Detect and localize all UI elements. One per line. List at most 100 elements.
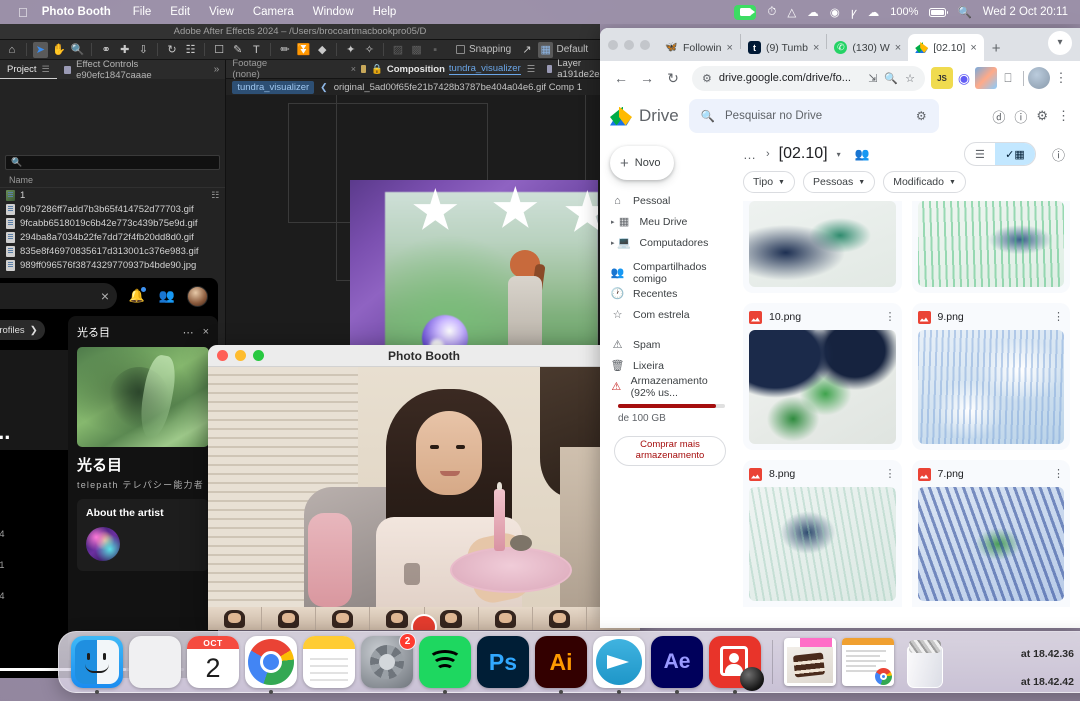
list-view-icon[interactable]: ☰ [965, 143, 995, 165]
screen-record-icon[interactable] [734, 4, 757, 20]
browser-tab-2[interactable]: ✆ (130) W × [827, 34, 908, 61]
panel-menu-icon[interactable]: ☰ [42, 64, 50, 75]
breadcrumb-overflow-icon[interactable]: … [743, 147, 757, 162]
pixel-ext-icon[interactable] [975, 67, 997, 89]
panel-close-icon[interactable]: × [203, 326, 209, 339]
camera-track-icon[interactable]: ☷ [183, 42, 199, 58]
folder-name[interactable]: [02.10] [779, 145, 828, 163]
dock-item-after-effects[interactable]: Ae [651, 636, 703, 694]
hand-icon[interactable]: ✋ [51, 42, 67, 58]
file-card[interactable]: 7.png ⋮ [911, 460, 1070, 607]
time-machine-icon[interactable]: ⏱ [767, 6, 776, 19]
javascript-ext-icon[interactable]: JS [931, 67, 953, 89]
close-icon[interactable]: × [727, 42, 733, 54]
close-icon[interactable] [608, 39, 618, 50]
minimize-icon[interactable] [624, 39, 634, 50]
artist-name[interactable]: telepath テレパシー能力者 [77, 478, 209, 491]
bell-icon[interactable]: 🔔 [127, 286, 147, 306]
forward-arrow-icon[interactable]: → [634, 65, 660, 91]
anchor-point-icon[interactable]: ⇩ [136, 42, 152, 58]
ae-composition-tabs[interactable]: Footage (none) × 🔒 Composition tundra_vi… [226, 58, 600, 80]
filmstrip-thumbnail[interactable] [316, 607, 370, 630]
close-icon[interactable]: × [970, 42, 976, 54]
spotify-library-pane[interactable]: Profiles ❯ シ... 3:54 4:51 3:14 [0, 314, 132, 678]
lock-icon[interactable]: 🔒 [371, 64, 383, 75]
file-thumbnail[interactable] [749, 330, 896, 444]
install-app-icon[interactable]: ⇲ [868, 72, 877, 85]
eraser-icon[interactable]: ◆ [314, 42, 330, 58]
drive-file-area[interactable]: … › [02.10] ▾ 👥 ☰ ✓▦ ⓘ Tipo ▼ Pessoas ▼ … [735, 137, 1080, 628]
more-icon[interactable]: ⋮ [1050, 67, 1072, 89]
ae-project-item[interactable]: 1 ☷ [0, 188, 225, 202]
dock-file-document[interactable] [842, 638, 894, 686]
filmstrip-thumbnail[interactable] [262, 607, 316, 630]
ae-project-item[interactable]: 294ba8a7034b22fe7dd72f4fb20dd8d0.gif [0, 230, 225, 244]
grid-toggle-icon[interactable]: ▦ [537, 41, 554, 58]
magnet-icon[interactable]: ↗ [519, 42, 535, 58]
profiles-chip[interactable]: Profiles ❯ [0, 320, 45, 340]
dock-file-cake-image[interactable] [784, 638, 836, 686]
loom-ext-icon[interactable]: ◉ [953, 67, 975, 89]
file-thumbnail[interactable] [749, 487, 896, 601]
close-icon[interactable]: × [813, 42, 819, 54]
menu-item-camera[interactable]: Camera [253, 6, 294, 18]
dock-item-system-settings[interactable]: 2 [361, 633, 416, 688]
wifi-icon[interactable]: ☁ [868, 5, 880, 19]
browser-tab-3[interactable]: [02.10] × [908, 34, 984, 61]
file-card[interactable] [743, 201, 902, 293]
dropbox-icon[interactable]: △ [787, 5, 796, 19]
photo-booth-viewfinder[interactable] [208, 367, 640, 607]
file-card[interactable] [911, 201, 1070, 293]
sidebar-item-pessoal[interactable]: ⌂ Pessoal [604, 190, 735, 211]
back-arrow-icon[interactable]: ← [608, 65, 634, 91]
breadcrumb-active[interactable]: tundra_visualizer [232, 80, 315, 94]
spotify-now-playing-panel[interactable]: 光る目 ⋯ × 光る目 telepath テレパシー能力者 About the … [68, 316, 218, 678]
new-button[interactable]: + Novo [610, 146, 674, 180]
file-card[interactable]: 10.png ⋮ [743, 303, 902, 450]
menu-app-name[interactable]: Photo Booth [42, 6, 111, 18]
align-center-icon[interactable]: ▩ [409, 42, 425, 58]
drive-sidebar[interactable]: + Novo ⌂ Pessoal ▸ ▦ Meu Drive ▸ 💻 Compu… [600, 137, 735, 628]
view-toggle[interactable]: ☰ ✓▦ [963, 142, 1036, 166]
about-artist-card[interactable]: About the artist [77, 499, 209, 571]
tune-icon[interactable]: ⚙ [916, 109, 927, 123]
browser-tab-1[interactable]: t (9) Tumb × [741, 34, 826, 61]
dock-item-photo-booth[interactable] [709, 636, 764, 694]
ae-project-item[interactable]: 9fcabb6518019c6b42e773c439b75e9d.gif [0, 216, 225, 230]
dock-item-launchpad[interactable] [129, 636, 181, 688]
browser-tab-0[interactable]: 🦋 Followin × [658, 34, 740, 61]
close-icon[interactable]: × [351, 64, 356, 74]
align-left-icon[interactable]: ▨ [390, 42, 406, 58]
dock-item-trash[interactable] [900, 636, 950, 688]
bluetooth-icon[interactable]: ꝩ [851, 5, 857, 20]
pan-behind-icon[interactable]: ✚ [117, 42, 133, 58]
menu-item-edit[interactable]: Edit [170, 6, 190, 18]
ae-toolbar[interactable]: ⌂ ➤ ✋ 🔍 ⚭ ✚ ⇩ ↻ ☷ ☐ ✎ T ✏ ⏬ ◆ ✦ ✧ ▨ ▩ ▪ … [0, 40, 600, 60]
filmstrip-thumbnail[interactable] [208, 607, 262, 630]
ae-project-search-input[interactable]: 🔍 [5, 155, 221, 170]
menu-item-file[interactable]: File [133, 6, 152, 18]
chrome-browser-window[interactable]: 🦋 Followin × t (9) Tumb × ✆ (130) W × [0 [600, 28, 1080, 628]
settings-icon[interactable]: ⚙ [1036, 108, 1048, 124]
file-card[interactable]: 9.png ⋮ [911, 303, 1070, 450]
apple-logo-icon[interactable]:  [18, 6, 28, 19]
dock-item-calendar[interactable]: OCT 2 [187, 636, 239, 688]
bookmark-star-icon[interactable]: ☆ [905, 72, 915, 85]
align-right-icon[interactable]: ▪ [427, 42, 443, 58]
new-tab-button[interactable]: + [984, 40, 1009, 61]
pen-icon[interactable]: ✎ [230, 42, 246, 58]
panel-overflow-icon[interactable]: » [214, 64, 226, 75]
dock[interactable]: OCT 2 2 Ps Ai Ae [58, 631, 1080, 694]
friends-icon[interactable]: 👥 [157, 286, 177, 306]
roto-brush-icon[interactable]: ✦ [343, 42, 359, 58]
file-thumbnail[interactable] [917, 201, 1064, 287]
breadcrumb[interactable]: … › [02.10] ▾ 👥 ☰ ✓▦ ⓘ [735, 137, 1078, 171]
avatar[interactable] [1028, 67, 1050, 89]
file-thumbnail[interactable] [917, 487, 1064, 601]
chevron-right-icon[interactable]: ▸ [611, 218, 615, 226]
filmstrip-thumbnail[interactable] [478, 607, 532, 630]
mac-menu-bar[interactable]:  Photo Booth File Edit View Camera Wind… [0, 0, 1080, 24]
selection-arrow-icon[interactable]: ➤ [32, 41, 49, 58]
dock-item-notes[interactable] [303, 636, 355, 688]
chrome-toolbar[interactable]: ← → ↻ ⚙ drive.google.com/drive/fo... ⇲ 🔍… [600, 61, 1080, 95]
